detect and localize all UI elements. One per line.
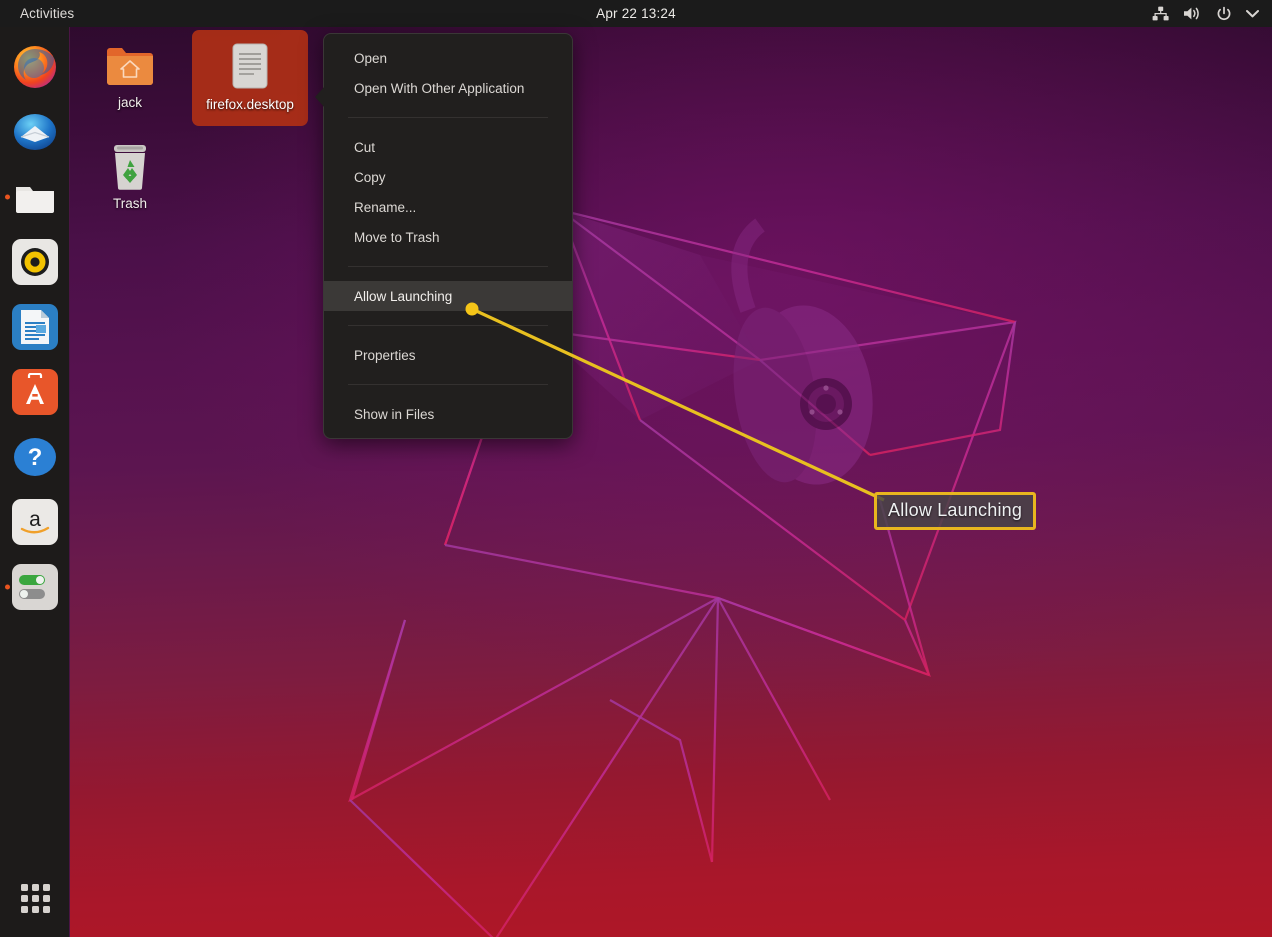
desktop-icon-label: jack <box>117 95 142 111</box>
svg-text:a: a <box>29 508 41 531</box>
top-bar: Activities Apr 22 13:24 <box>0 0 1272 27</box>
power-icon[interactable] <box>1216 6 1232 22</box>
desktop-icon-firefox-desktop[interactable]: firefox.desktop <box>192 30 308 126</box>
dock-item-thunderbird[interactable] <box>0 99 70 164</box>
activities-button[interactable]: Activities <box>14 4 80 23</box>
annotation-callout: Allow Launching <box>874 492 1037 530</box>
dock-item-files[interactable] <box>0 164 70 229</box>
network-icon[interactable] <box>1152 6 1169 21</box>
menu-separator <box>348 117 548 118</box>
home-folder-icon <box>104 41 156 90</box>
menu-item-cut[interactable]: Cut <box>324 132 572 162</box>
running-indicator <box>4 194 10 199</box>
dock-item-amazon[interactable]: a <box>0 489 70 554</box>
ubuntu-software-icon <box>11 368 58 415</box>
files-icon <box>12 174 58 220</box>
svg-text:?: ? <box>27 444 42 471</box>
dock-item-libreoffice-writer[interactable] <box>0 294 70 359</box>
amazon-icon: a <box>11 498 58 545</box>
settings-icon <box>11 563 58 610</box>
system-tray <box>1152 0 1259 27</box>
menu-item-open-with-other-application[interactable]: Open With Other Application <box>324 73 572 103</box>
rhythmbox-icon <box>11 238 58 285</box>
dock-app-list: ? a <box>0 34 70 619</box>
menu-item-move-to-trash[interactable]: Move to Trash <box>324 222 572 252</box>
running-indicator <box>4 584 10 589</box>
desktop-icon-label: Trash <box>112 196 147 212</box>
libreoffice-writer-icon <box>11 303 58 350</box>
desktop-icon-home[interactable]: jack <box>72 33 188 111</box>
volume-icon[interactable] <box>1183 6 1202 21</box>
desktop-icon-label: firefox.desktop <box>206 97 294 112</box>
menu-item-copy[interactable]: Copy <box>324 162 572 192</box>
show-applications-button[interactable] <box>0 869 70 927</box>
wallpaper <box>0 0 1272 937</box>
help-icon: ? <box>12 434 58 480</box>
desktop-screen: Activities Apr 22 13:24 ? a jack firefox… <box>0 0 1272 937</box>
menu-separator <box>348 384 548 385</box>
clock[interactable]: Apr 22 13:24 <box>0 6 1272 21</box>
thunderbird-icon <box>12 109 58 155</box>
chevron-down-icon[interactable] <box>1246 9 1259 18</box>
menu-item-open[interactable]: Open <box>324 43 572 73</box>
menu-item-properties[interactable]: Properties <box>324 340 572 370</box>
dock-item-rhythmbox[interactable] <box>0 229 70 294</box>
dock: ? a <box>0 27 70 937</box>
text-file-icon <box>224 40 276 92</box>
menu-separator <box>348 325 548 326</box>
menu-item-allow-launching[interactable]: Allow Launching <box>324 281 572 311</box>
desktop-icon-trash[interactable]: Trash <box>72 134 188 212</box>
dock-item-settings[interactable] <box>0 554 70 619</box>
menu-separator <box>348 266 548 267</box>
dock-item-help[interactable]: ? <box>0 424 70 489</box>
apps-grid-icon <box>20 883 50 913</box>
dock-item-ubuntu-software[interactable] <box>0 359 70 424</box>
context-menu: Open Open With Other Application Cut Cop… <box>315 33 573 439</box>
menu-item-show-in-files[interactable]: Show in Files <box>324 399 572 429</box>
menu-item-rename[interactable]: Rename... <box>324 192 572 222</box>
firefox-icon <box>12 44 58 90</box>
context-menu-pointer <box>315 86 325 108</box>
trash-icon <box>104 142 156 191</box>
dock-item-firefox[interactable] <box>0 34 70 99</box>
